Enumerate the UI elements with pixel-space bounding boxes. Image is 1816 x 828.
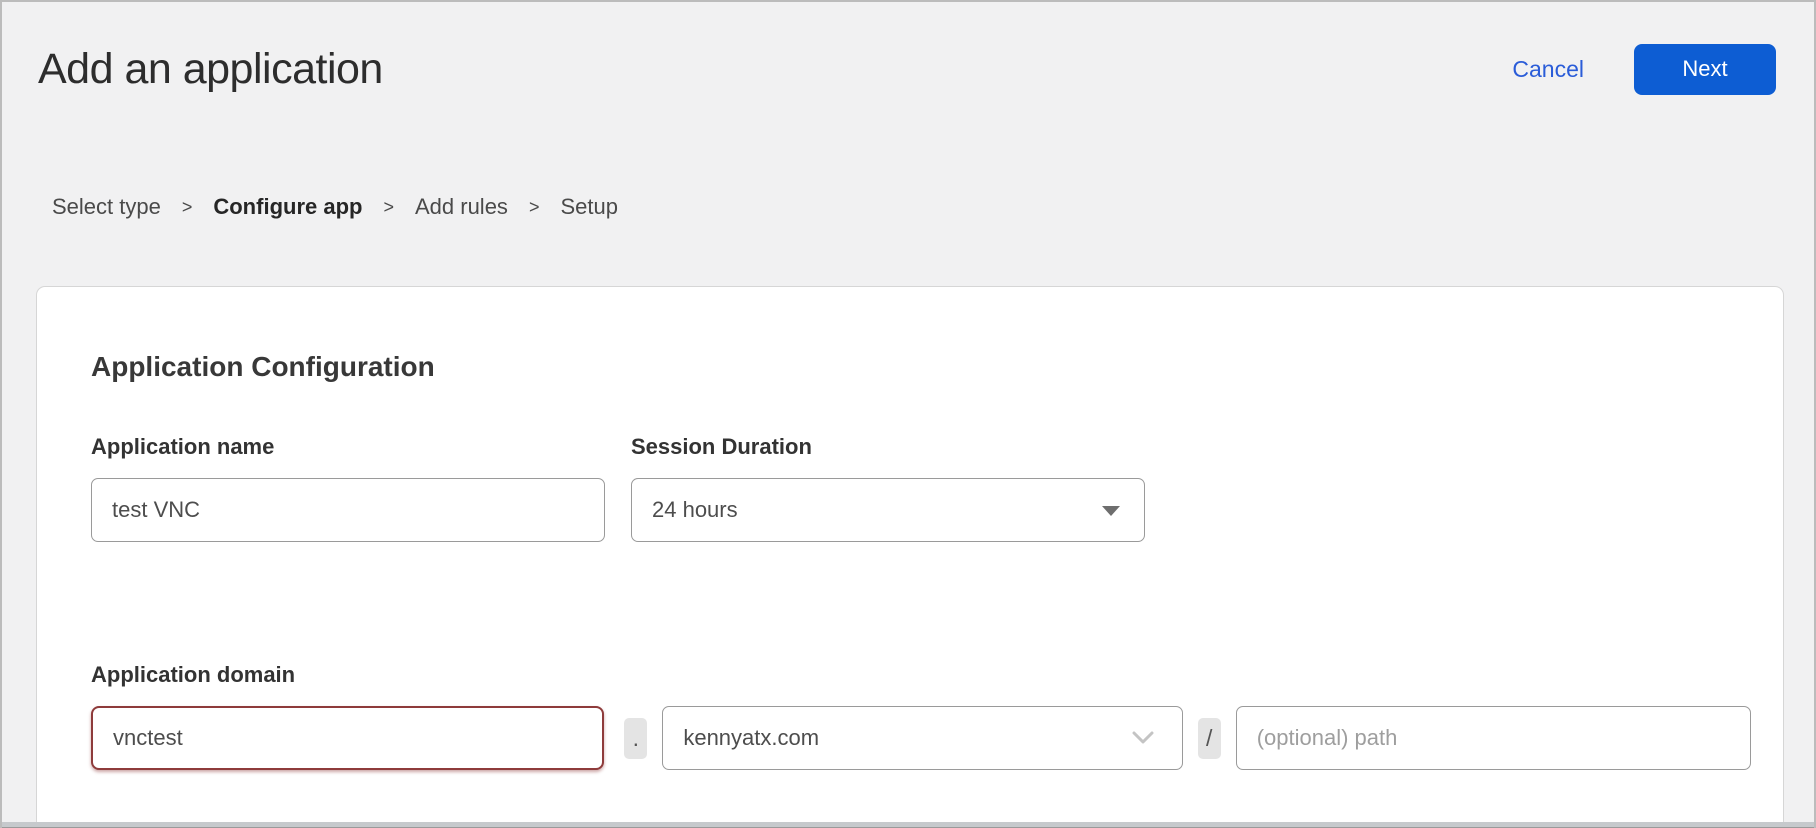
application-domain-section: Application domain . kennyatx.com / — [91, 662, 1751, 770]
session-duration-label: Session Duration — [631, 434, 1145, 460]
domain-select[interactable]: kennyatx.com — [662, 706, 1182, 770]
header-actions: Cancel Next — [1512, 44, 1776, 95]
name-and-duration-row: Application name Session Duration 24 hou… — [91, 434, 1751, 542]
page-header: Add an application Cancel Next — [2, 2, 1814, 98]
session-duration-field-group: Session Duration 24 hours — [631, 434, 1145, 542]
path-input[interactable] — [1236, 706, 1751, 770]
application-configuration-card: Application Configuration Application na… — [36, 286, 1784, 828]
next-button[interactable]: Next — [1634, 44, 1776, 95]
breadcrumb-step-select-type[interactable]: Select type — [52, 194, 161, 220]
screenshot-bottom-edge — [2, 822, 1814, 828]
breadcrumb-separator: > — [182, 197, 193, 218]
breadcrumb-step-configure-app[interactable]: Configure app — [213, 194, 362, 220]
page-title: Add an application — [38, 40, 383, 98]
application-name-input[interactable] — [91, 478, 605, 542]
application-name-field-group: Application name — [91, 434, 605, 542]
session-duration-selected-value: 24 hours — [652, 497, 738, 523]
application-domain-row: . kennyatx.com / — [91, 706, 1751, 770]
breadcrumb-step-setup[interactable]: Setup — [560, 194, 618, 220]
dot-separator: . — [624, 718, 647, 759]
section-heading: Application Configuration — [91, 350, 1751, 384]
breadcrumb: Select type > Configure app > Add rules … — [52, 194, 1814, 220]
add-application-page: Add an application Cancel Next Select ty… — [0, 0, 1816, 828]
subdomain-input[interactable] — [91, 706, 604, 770]
session-duration-select[interactable]: 24 hours — [631, 478, 1145, 542]
dropdown-arrow-icon — [1102, 506, 1120, 516]
slash-separator: / — [1198, 718, 1221, 759]
chevron-down-icon — [1132, 731, 1154, 745]
breadcrumb-separator: > — [383, 197, 394, 218]
application-domain-label: Application domain — [91, 662, 1751, 688]
application-name-label: Application name — [91, 434, 605, 460]
cancel-button[interactable]: Cancel — [1512, 55, 1584, 83]
domain-selected-value: kennyatx.com — [683, 725, 819, 751]
card-content: Application Configuration Application na… — [37, 287, 1783, 770]
breadcrumb-separator: > — [529, 197, 540, 218]
breadcrumb-step-add-rules[interactable]: Add rules — [415, 194, 508, 220]
